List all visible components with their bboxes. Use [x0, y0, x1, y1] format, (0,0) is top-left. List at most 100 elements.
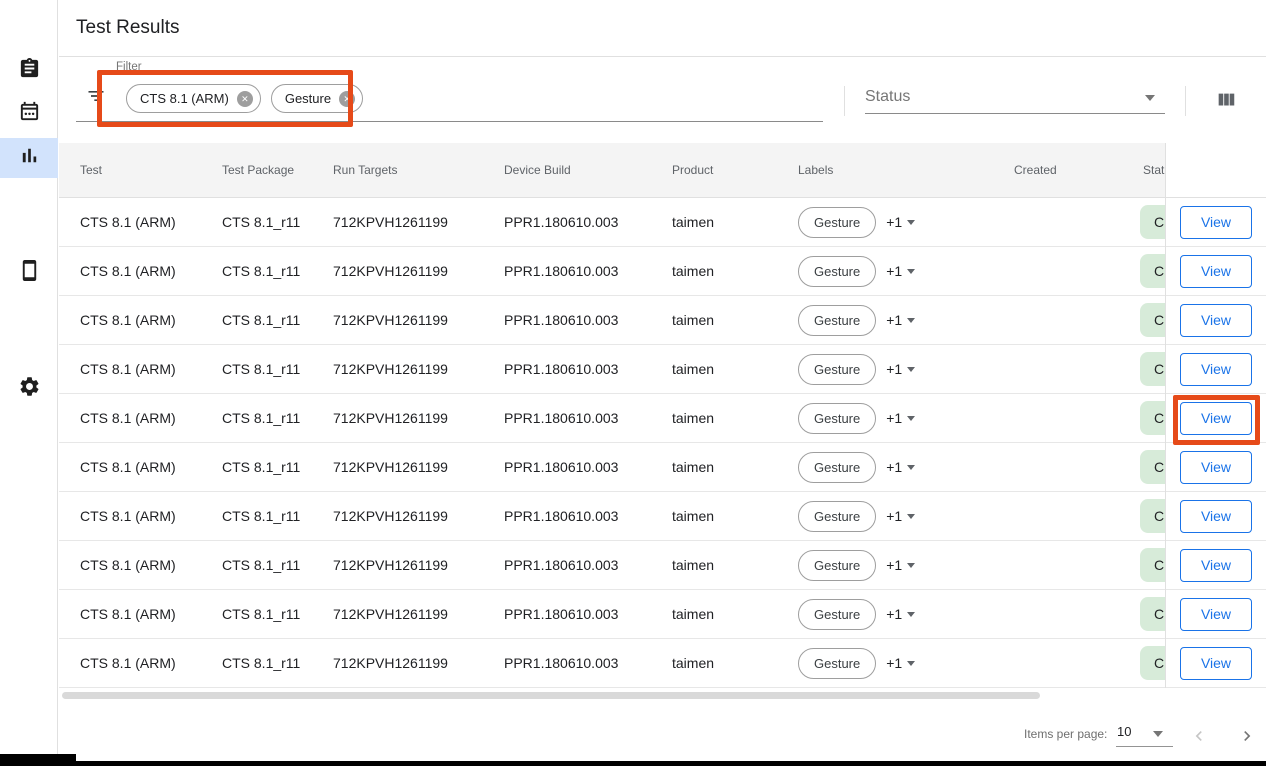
sidebar-item-settings[interactable]: [0, 369, 58, 409]
sidebar-item-tests[interactable]: [0, 51, 58, 91]
more-labels-count: +1: [886, 361, 902, 377]
sidebar-item-test-results[interactable]: [0, 138, 58, 178]
table-row[interactable]: CTS 8.1 (ARM) CTS 8.1_r11 712KPVH1261199…: [59, 296, 1165, 345]
view-button[interactable]: View: [1180, 549, 1252, 582]
table-row[interactable]: CTS 8.1 (ARM) CTS 8.1_r11 712KPVH1261199…: [59, 443, 1165, 492]
cell-test-package: CTS 8.1_r11: [222, 263, 333, 279]
cell-product: taimen: [672, 508, 780, 524]
more-labels-expander[interactable]: +1: [886, 410, 915, 426]
cell-product: taimen: [672, 214, 780, 230]
table-row[interactable]: CTS 8.1 (ARM) CTS 8.1_r11 712KPVH1261199…: [59, 639, 1165, 688]
next-page-button[interactable]: [1237, 726, 1257, 746]
page-size-select[interactable]: 10: [1117, 724, 1131, 739]
more-labels-expander[interactable]: +1: [886, 655, 915, 671]
view-button[interactable]: View: [1180, 451, 1252, 484]
column-header-created: Created: [1000, 163, 1130, 177]
page-title: Test Results: [76, 17, 179, 39]
cell-device-build: PPR1.180610.003: [504, 606, 672, 622]
cell-test: CTS 8.1 (ARM): [59, 361, 222, 377]
cell-test: CTS 8.1 (ARM): [59, 606, 222, 622]
status-chip: C: [1140, 548, 1165, 582]
circle-x-icon[interactable]: ✕: [237, 91, 253, 107]
more-labels-expander[interactable]: +1: [886, 214, 915, 230]
table-row[interactable]: CTS 8.1 (ARM) CTS 8.1_r11 712KPVH1261199…: [59, 541, 1165, 590]
view-button[interactable]: View: [1180, 353, 1252, 386]
cell-product: taimen: [672, 606, 780, 622]
more-labels-expander[interactable]: +1: [886, 508, 915, 524]
cell-device-build: PPR1.180610.003: [504, 214, 672, 230]
dropdown-arrow-icon: [907, 465, 915, 470]
more-labels-expander[interactable]: +1: [886, 557, 915, 573]
cell-product: taimen: [672, 410, 780, 426]
status-chip: C: [1140, 352, 1165, 386]
clipboard-icon: [18, 57, 41, 85]
status-chip: C: [1140, 597, 1165, 631]
dropdown-arrow-icon[interactable]: [1153, 731, 1163, 737]
view-button[interactable]: View: [1180, 647, 1252, 680]
view-button[interactable]: View: [1180, 304, 1252, 337]
dropdown-arrow-icon: [907, 661, 915, 666]
more-labels-count: +1: [886, 459, 902, 475]
cell-device-build: PPR1.180610.003: [504, 312, 672, 328]
view-button[interactable]: View: [1180, 206, 1252, 239]
previous-page-button[interactable]: [1189, 726, 1209, 746]
cell-product: taimen: [672, 459, 780, 475]
dropdown-arrow-icon[interactable]: [1145, 95, 1155, 101]
filter-chip-input[interactable]: CTS 8.1 (ARM) ✕ Gesture ✕: [126, 84, 363, 113]
more-labels-expander[interactable]: +1: [886, 263, 915, 279]
more-labels-expander[interactable]: +1: [886, 459, 915, 475]
view-cell: View: [1166, 443, 1266, 492]
view-button[interactable]: View: [1180, 500, 1252, 533]
table-row[interactable]: CTS 8.1 (ARM) CTS 8.1_r11 712KPVH1261199…: [59, 345, 1165, 394]
more-labels-expander[interactable]: +1: [886, 312, 915, 328]
toolbar-divider: [844, 86, 845, 116]
filter-field-label: Filter: [116, 61, 142, 73]
cell-status: C: [1130, 646, 1165, 680]
view-columns-button[interactable]: [1213, 88, 1239, 114]
label-chip: Gesture: [798, 550, 876, 581]
cell-test: CTS 8.1 (ARM): [59, 263, 222, 279]
cell-status: C: [1130, 499, 1165, 533]
status-select[interactable]: Status: [865, 88, 910, 106]
sidebar-item-devices[interactable]: [0, 253, 58, 293]
dropdown-arrow-icon: [907, 563, 915, 568]
sidebar-item-test-plans[interactable]: [0, 94, 58, 134]
column-header-test-package: Test Package: [222, 163, 333, 177]
table-row[interactable]: CTS 8.1 (ARM) CTS 8.1_r11 712KPVH1261199…: [59, 394, 1165, 443]
cell-status: C: [1130, 401, 1165, 435]
status-chip: C: [1140, 450, 1165, 484]
cell-product: taimen: [672, 655, 780, 671]
cell-labels: Gesture +1: [780, 256, 1000, 287]
cell-run-targets: 712KPVH1261199: [333, 312, 504, 328]
window-edge: [0, 761, 1266, 766]
table-row[interactable]: CTS 8.1 (ARM) CTS 8.1_r11 712KPVH1261199…: [59, 492, 1165, 541]
cell-run-targets: 712KPVH1261199: [333, 655, 504, 671]
view-button[interactable]: View: [1180, 402, 1252, 435]
view-button[interactable]: View: [1180, 255, 1252, 288]
cell-labels: Gesture +1: [780, 599, 1000, 630]
toolbar-divider: [1185, 86, 1186, 116]
sidebar: [0, 0, 58, 766]
filter-chip-label: Gesture: [285, 91, 331, 106]
view-columns-icon: [1215, 99, 1237, 114]
cell-test-package: CTS 8.1_r11: [222, 214, 333, 230]
horizontal-scrollbar[interactable]: [62, 692, 1040, 699]
view-cell: View: [1166, 198, 1266, 247]
cell-device-build: PPR1.180610.003: [504, 459, 672, 475]
more-labels-expander[interactable]: +1: [886, 606, 915, 622]
cell-run-targets: 712KPVH1261199: [333, 459, 504, 475]
column-header-labels: Labels: [780, 163, 1000, 177]
table-row[interactable]: CTS 8.1 (ARM) CTS 8.1_r11 712KPVH1261199…: [59, 590, 1165, 639]
page-size-underline: [1116, 746, 1173, 747]
filter-chip[interactable]: CTS 8.1 (ARM) ✕: [126, 84, 261, 113]
table-row[interactable]: CTS 8.1 (ARM) CTS 8.1_r11 712KPVH1261199…: [59, 198, 1165, 247]
more-labels-expander[interactable]: +1: [886, 361, 915, 377]
cell-labels: Gesture +1: [780, 550, 1000, 581]
view-button[interactable]: View: [1180, 598, 1252, 631]
column-header-run-targets: Run Targets: [333, 163, 504, 177]
circle-x-icon[interactable]: ✕: [339, 91, 355, 107]
filter-chip[interactable]: Gesture ✕: [271, 84, 363, 113]
bar-chart-icon: [18, 144, 41, 172]
table-row[interactable]: CTS 8.1 (ARM) CTS 8.1_r11 712KPVH1261199…: [59, 247, 1165, 296]
column-header-product: Product: [672, 163, 780, 177]
